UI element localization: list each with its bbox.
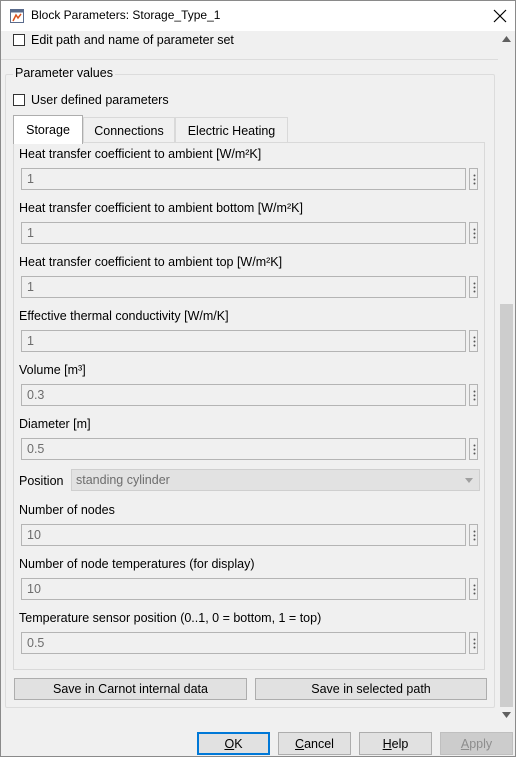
- param-field[interactable]: 1: [21, 222, 466, 244]
- edit-path-checkbox[interactable]: [13, 34, 25, 46]
- user-defined-option[interactable]: User defined parameters: [13, 93, 169, 107]
- param-field[interactable]: 0.5: [21, 438, 466, 460]
- position-select[interactable]: standing cylinder: [71, 469, 480, 491]
- button-label: K: [234, 736, 243, 751]
- dots-icon[interactable]: [469, 578, 478, 600]
- dots-icon[interactable]: [469, 276, 478, 298]
- param-field[interactable]: 10: [21, 524, 466, 546]
- title-bar: Block Parameters: Storage_Type_1: [1, 1, 515, 31]
- button-label: Save in Carnot internal data: [53, 682, 208, 696]
- tab-label: Storage: [26, 123, 70, 137]
- window-title: Block Parameters: Storage_Type_1: [31, 8, 221, 22]
- edit-path-option[interactable]: Edit path and name of parameter set: [13, 33, 234, 47]
- param-field[interactable]: 0.3: [21, 384, 466, 406]
- tab-electric-heating[interactable]: Electric Heating: [175, 117, 288, 143]
- save-selected-button[interactable]: Save in selected path: [255, 678, 487, 700]
- param-label: Heat transfer coefficient to ambient [W/…: [19, 147, 262, 161]
- ok-button[interactable]: OK: [197, 732, 270, 755]
- access-key: O: [224, 736, 235, 751]
- scroll-down-arrow-icon[interactable]: [502, 712, 511, 718]
- param-label: Number of nodes: [19, 503, 115, 517]
- vertical-scrollbar[interactable]: [498, 31, 515, 724]
- save-internal-button[interactable]: Save in Carnot internal data: [14, 678, 247, 700]
- dialog-window: Block Parameters: Storage_Type_1 Edit pa…: [0, 0, 516, 757]
- dots-icon[interactable]: [469, 384, 478, 406]
- tab-connections[interactable]: Connections: [83, 117, 175, 143]
- apply-button[interactable]: Apply: [440, 732, 513, 755]
- param-field[interactable]: 10: [21, 578, 466, 600]
- close-icon[interactable]: [485, 1, 515, 31]
- param-field[interactable]: 1: [21, 276, 466, 298]
- horizontal-scrollbar[interactable]: [1, 709, 498, 724]
- user-defined-checkbox[interactable]: [13, 94, 25, 106]
- help-button[interactable]: Help: [359, 732, 432, 755]
- position-value: standing cylinder: [76, 473, 170, 487]
- access-key: C: [295, 736, 305, 751]
- chevron-down-icon: [465, 478, 473, 483]
- tab-label: Connections: [94, 123, 164, 138]
- dots-icon[interactable]: [469, 632, 478, 654]
- param-field[interactable]: 0.5: [21, 632, 466, 654]
- param-field[interactable]: 1: [21, 168, 466, 190]
- param-label: Temperature sensor position (0..1, 0 = b…: [19, 611, 322, 625]
- param-label: Heat transfer coefficient to ambient bot…: [19, 201, 303, 215]
- param-field[interactable]: 1: [21, 330, 466, 352]
- user-defined-label: User defined parameters: [31, 93, 169, 107]
- storage-tab-panel: Heat transfer coefficient to ambient [W/…: [13, 142, 485, 670]
- param-label: Number of node temperatures (for display…: [19, 557, 255, 571]
- button-label: pply: [469, 736, 493, 751]
- param-label: Volume [m³]: [19, 363, 86, 377]
- access-key: A: [460, 736, 470, 751]
- button-label: Save in selected path: [311, 682, 431, 696]
- edit-path-label: Edit path and name of parameter set: [31, 33, 234, 47]
- scroll-content: Edit path and name of parameter set Para…: [1, 31, 498, 709]
- dots-icon[interactable]: [469, 438, 478, 460]
- position-label: Position: [19, 474, 64, 488]
- param-label: Heat transfer coefficient to ambient top…: [19, 255, 283, 269]
- group-title: Parameter values: [13, 66, 115, 80]
- tab-label: Electric Heating: [187, 123, 276, 138]
- dots-icon[interactable]: [469, 330, 478, 352]
- dots-icon[interactable]: [469, 168, 478, 190]
- simulink-block-icon: [10, 9, 24, 23]
- param-label: Effective thermal conductivity [W/m/K]: [19, 309, 229, 323]
- access-key: H: [382, 736, 392, 751]
- dots-icon[interactable]: [469, 222, 478, 244]
- scrollbar-thumb[interactable]: [500, 304, 513, 707]
- tab-storage[interactable]: Storage: [13, 115, 83, 144]
- param-label: Diameter [m]: [19, 417, 91, 431]
- cancel-button[interactable]: Cancel: [278, 732, 351, 755]
- separator: [1, 59, 498, 60]
- scroll-up-arrow-icon[interactable]: [502, 36, 511, 42]
- button-label: ancel: [304, 736, 334, 751]
- dots-icon[interactable]: [469, 524, 478, 546]
- button-label: elp: [391, 736, 409, 751]
